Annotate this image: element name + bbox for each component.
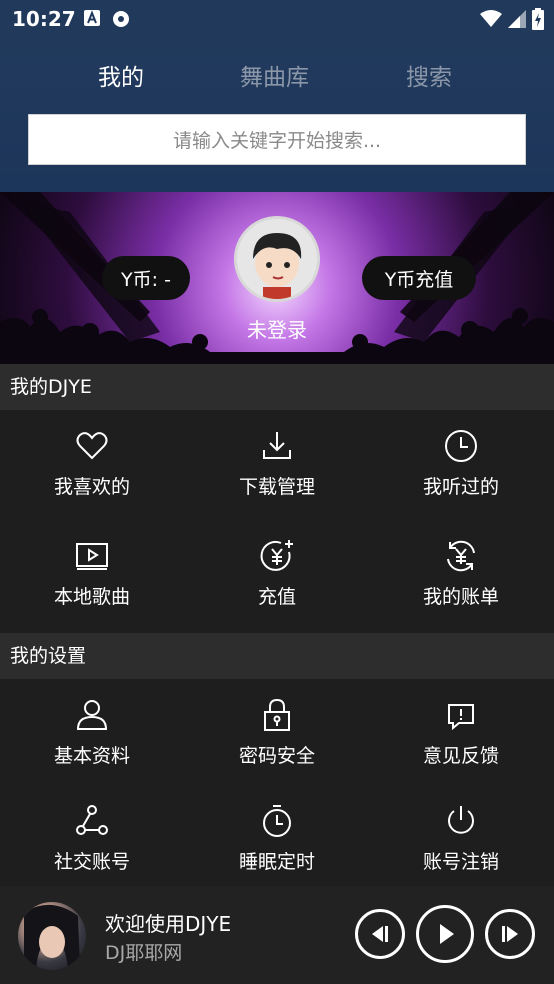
coin-balance-badge[interactable]: Y币: -: [102, 256, 190, 300]
play-icon: [440, 924, 454, 944]
menu-item-history[interactable]: 我听过的: [369, 428, 553, 499]
feedback-icon: [448, 704, 474, 731]
player-track-subtitle: DJ耶耶网: [105, 942, 183, 964]
avatar[interactable]: [234, 216, 320, 302]
timer-icon: [263, 805, 291, 837]
login-status-label[interactable]: 未登录: [0, 314, 554, 343]
tab-dance-library[interactable]: 舞曲库: [240, 58, 309, 92]
album-cover-image: [24, 904, 80, 970]
game-icon: [113, 11, 129, 27]
lock-icon: [264, 698, 290, 731]
status-time: 10:27: [12, 7, 76, 31]
search-placeholder: 请输入关键字开始搜索...: [172, 130, 382, 152]
next-icon: [502, 926, 518, 942]
menu-item-social-accounts[interactable]: 社交账号: [0, 803, 184, 874]
user-icon: [76, 700, 108, 730]
profile-banner: Y币: - Y币充值 未登录: [0, 192, 554, 364]
share-icon: [76, 805, 108, 835]
tab-bar: 我的 舞曲库 搜索: [0, 58, 554, 92]
previous-icon: [372, 926, 388, 942]
section-title-my-djye: 我的DJYE: [0, 364, 554, 410]
previous-button[interactable]: [355, 909, 405, 959]
menu-item-password-security[interactable]: 密码安全: [185, 697, 369, 768]
next-button[interactable]: [485, 909, 535, 959]
yen-plus-icon: [260, 540, 293, 571]
tab-search[interactable]: 搜索: [406, 58, 452, 92]
battery-icon: [532, 8, 544, 30]
status-bar: 10:27: [0, 0, 554, 40]
header: 我的 舞曲库 搜索 请输入关键字开始搜索...: [0, 40, 554, 192]
my-settings-grid: 基本资料 密码安全 意见反馈 社交账号 睡眠定时 账号注销: [0, 679, 554, 886]
menu-item-profile[interactable]: 基本资料: [0, 697, 184, 768]
menu-item-downloads[interactable]: 下载管理: [185, 428, 369, 499]
menu-item-favorites[interactable]: 我喜欢的: [0, 428, 184, 499]
coin-recharge-button[interactable]: Y币充值: [362, 256, 476, 300]
my-djye-grid: 我喜欢的 下载管理 我听过的 本地歌曲 充值 我的账单: [0, 410, 554, 632]
menu-item-recharge[interactable]: 充值: [185, 538, 369, 609]
clock-icon: [445, 430, 477, 462]
wifi-icon: [480, 10, 502, 27]
section-title-my-settings: 我的设置: [0, 633, 554, 679]
menu-item-feedback[interactable]: 意见反馈: [369, 697, 553, 768]
album-cover[interactable]: [18, 902, 86, 970]
search-input[interactable]: 请输入关键字开始搜索...: [28, 114, 526, 165]
player-track-title: 欢迎使用DJYE: [105, 912, 232, 936]
menu-item-bills[interactable]: 我的账单: [369, 538, 553, 609]
mini-player[interactable]: 欢迎使用DJYE DJ耶耶网: [0, 886, 554, 984]
play-button[interactable]: [416, 905, 474, 963]
text-a-icon: [84, 10, 100, 26]
menu-item-account-deletion[interactable]: 账号注销: [369, 803, 553, 874]
video-icon: [76, 543, 108, 570]
menu-item-sleep-timer[interactable]: 睡眠定时: [185, 803, 369, 874]
yen-cycle-icon: [447, 540, 475, 572]
download-icon: [263, 432, 291, 459]
heart-icon: [76, 432, 108, 460]
menu-item-local-songs[interactable]: 本地歌曲: [0, 538, 184, 609]
power-icon: [448, 806, 474, 834]
tab-mine[interactable]: 我的: [98, 58, 144, 92]
cartoon-avatar-icon: [237, 219, 317, 299]
signal-icon: [508, 10, 526, 28]
